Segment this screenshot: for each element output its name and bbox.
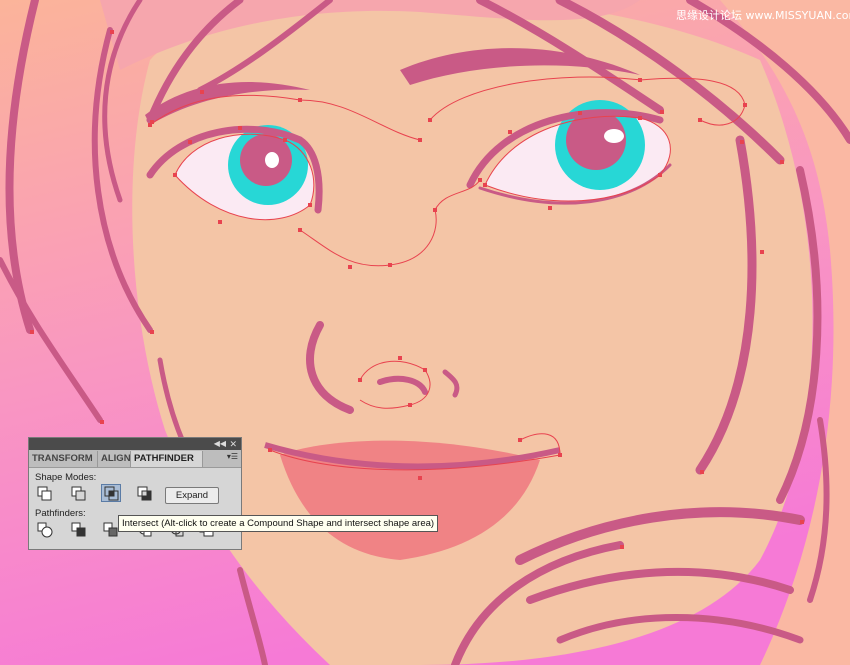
panel-tabs: TRANSFORM ALIGN PATHFINDER ▾☰ bbox=[29, 450, 241, 468]
intersect-icon[interactable] bbox=[101, 484, 121, 502]
close-icon[interactable]: ✕ bbox=[229, 438, 237, 450]
expand-button[interactable]: Expand bbox=[165, 487, 219, 504]
panel-menu-icon[interactable]: ▾☰ bbox=[227, 452, 238, 461]
pathfinders-label: Pathfinders: bbox=[35, 508, 86, 519]
artwork-canvas[interactable] bbox=[0, 0, 850, 665]
panel-titlebar[interactable]: ◀◀ ✕ bbox=[29, 438, 241, 450]
site-watermark: 思缘设计论坛 www.MISSYUAN.com bbox=[676, 9, 850, 22]
pathfinder-panel: ◀◀ ✕ TRANSFORM ALIGN PATHFINDER ▾☰ Shape… bbox=[28, 437, 242, 550]
unite-icon[interactable] bbox=[35, 485, 55, 503]
tab-transform[interactable]: TRANSFORM bbox=[29, 451, 98, 467]
tab-align[interactable]: ALIGN bbox=[98, 451, 131, 467]
left-eye-highlight bbox=[265, 152, 279, 168]
minus-front-icon[interactable] bbox=[69, 485, 89, 503]
tab-pathfinder[interactable]: PATHFINDER bbox=[131, 451, 203, 467]
shape-modes-label: Shape Modes: bbox=[35, 472, 97, 483]
intersect-tooltip: Intersect (Alt-click to create a Compoun… bbox=[118, 515, 439, 532]
exclude-icon[interactable] bbox=[135, 485, 155, 503]
divide-icon[interactable] bbox=[35, 521, 55, 539]
collapse-icon[interactable]: ◀◀ bbox=[214, 438, 226, 450]
right-eye-highlight bbox=[604, 129, 624, 143]
trim-icon[interactable] bbox=[69, 521, 89, 539]
